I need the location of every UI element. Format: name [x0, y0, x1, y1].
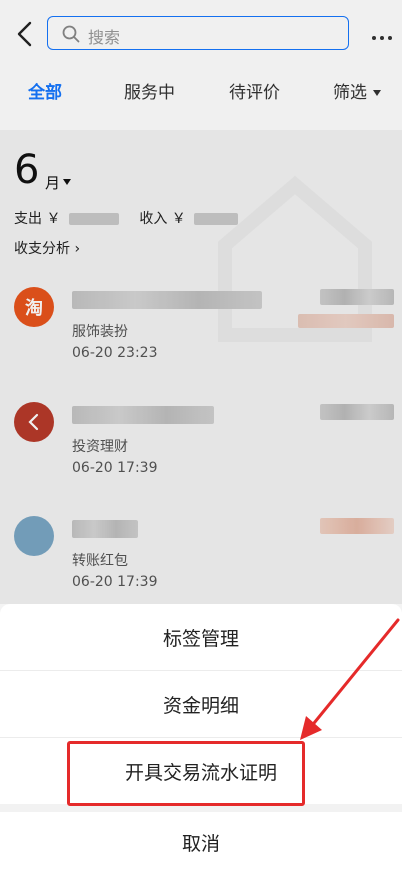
- fund-details-button[interactable]: 资金明细: [0, 671, 402, 737]
- modal-backdrop[interactable]: [0, 0, 402, 604]
- tag-management-button[interactable]: 标签管理: [0, 604, 402, 670]
- divider: [0, 804, 402, 812]
- issue-statement-button[interactable]: 开具交易流水证明: [0, 738, 402, 804]
- cancel-button[interactable]: 取消: [0, 812, 402, 873]
- action-sheet: 标签管理 资金明细 开具交易流水证明 取消: [0, 604, 402, 873]
